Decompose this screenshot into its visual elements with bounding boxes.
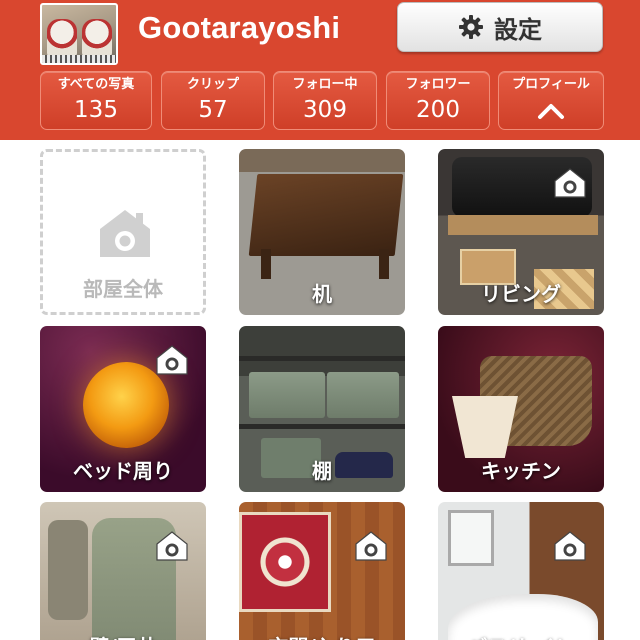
avatar-figure-left <box>47 19 77 57</box>
settings-label: 設定 <box>494 15 542 44</box>
avatar[interactable] <box>40 3 118 65</box>
username: Gootarayoshi <box>138 10 341 45</box>
house-camera-icon <box>552 530 588 562</box>
stat-label: クリップ <box>186 77 239 92</box>
photo-rail <box>448 215 598 235</box>
room-tile-kitchen[interactable]: キッチン <box>438 326 604 492</box>
stat-followers[interactable]: フォロワー 200 <box>386 71 490 130</box>
photo-rug <box>239 512 331 612</box>
photo-window <box>448 510 494 566</box>
stat-value: 309 <box>303 97 347 123</box>
stat-label: すべての写真 <box>57 77 135 92</box>
stat-following[interactable]: フォロー中 309 <box>273 71 377 130</box>
tile-label: リビング <box>481 282 561 306</box>
room-tile-living[interactable]: リビング <box>438 149 604 315</box>
house-camera-icon <box>353 530 389 562</box>
stat-label: フォロー中 <box>292 77 358 92</box>
stat-clips[interactable]: クリップ 57 <box>161 71 265 130</box>
gear-icon <box>459 15 483 39</box>
room-tile-shelf[interactable]: 棚 <box>239 326 405 492</box>
chevron-up-icon <box>538 104 564 119</box>
tile-label: 棚 <box>312 459 332 483</box>
stat-value: 200 <box>416 97 460 123</box>
photo-bin <box>327 372 399 418</box>
photo-shelf-plank <box>239 356 405 361</box>
room-tile-entrance[interactable]: 玄関/入り口 <box>239 502 405 640</box>
stat-label: フォロワー <box>405 77 471 92</box>
settings-button[interactable]: 設定 <box>397 2 603 52</box>
stat-value: 135 <box>74 97 118 123</box>
photo-desk-leg <box>379 249 389 279</box>
room-tile-bath-toilet[interactable]: バス/トイレ <box>438 502 604 640</box>
stats-bar: すべての写真 135 クリップ 57 フォロー中 309 フォロワー 200 プ… <box>40 71 604 131</box>
house-camera-icon <box>100 210 150 257</box>
tile-label: キッチン <box>481 459 561 483</box>
house-camera-icon <box>154 344 190 376</box>
room-tile-desk[interactable]: 机 <box>239 149 405 315</box>
avatar-base <box>42 55 116 63</box>
room-tile-whole-room[interactable]: 部屋全体 <box>40 149 206 315</box>
tile-label: 机 <box>312 282 332 306</box>
tile-label: バス/トイレ <box>438 631 604 640</box>
photo-backpack <box>48 520 88 620</box>
room-tile-bedside[interactable]: ベッド周り <box>40 326 206 492</box>
tile-label: ベッド周り <box>73 459 173 483</box>
stat-label: プロフィール <box>512 77 590 92</box>
avatar-figure-right <box>82 19 112 57</box>
tile-label: 壁/天井 <box>40 631 206 640</box>
photo-coffee-filter <box>452 396 518 458</box>
profile-header: Gootarayoshi 設定 すべての写真 135 クリップ 57 フォロー中… <box>0 0 640 140</box>
photo-shelf-plank <box>239 424 405 429</box>
tile-label: 玄関/入り口 <box>239 631 405 640</box>
stat-profile-toggle[interactable]: プロフィール <box>498 71 604 130</box>
photo-desk-top <box>248 174 404 256</box>
house-camera-icon <box>154 530 190 562</box>
photo-desk-leg <box>261 249 271 279</box>
tile-label: 部屋全体 <box>83 277 163 301</box>
stat-value: 57 <box>198 97 228 123</box>
house-camera-icon <box>552 167 588 199</box>
room-tile-wall-ceiling[interactable]: 壁/天井 <box>40 502 206 640</box>
stat-all-photos[interactable]: すべての写真 135 <box>40 71 152 130</box>
photo-bin <box>249 372 325 418</box>
